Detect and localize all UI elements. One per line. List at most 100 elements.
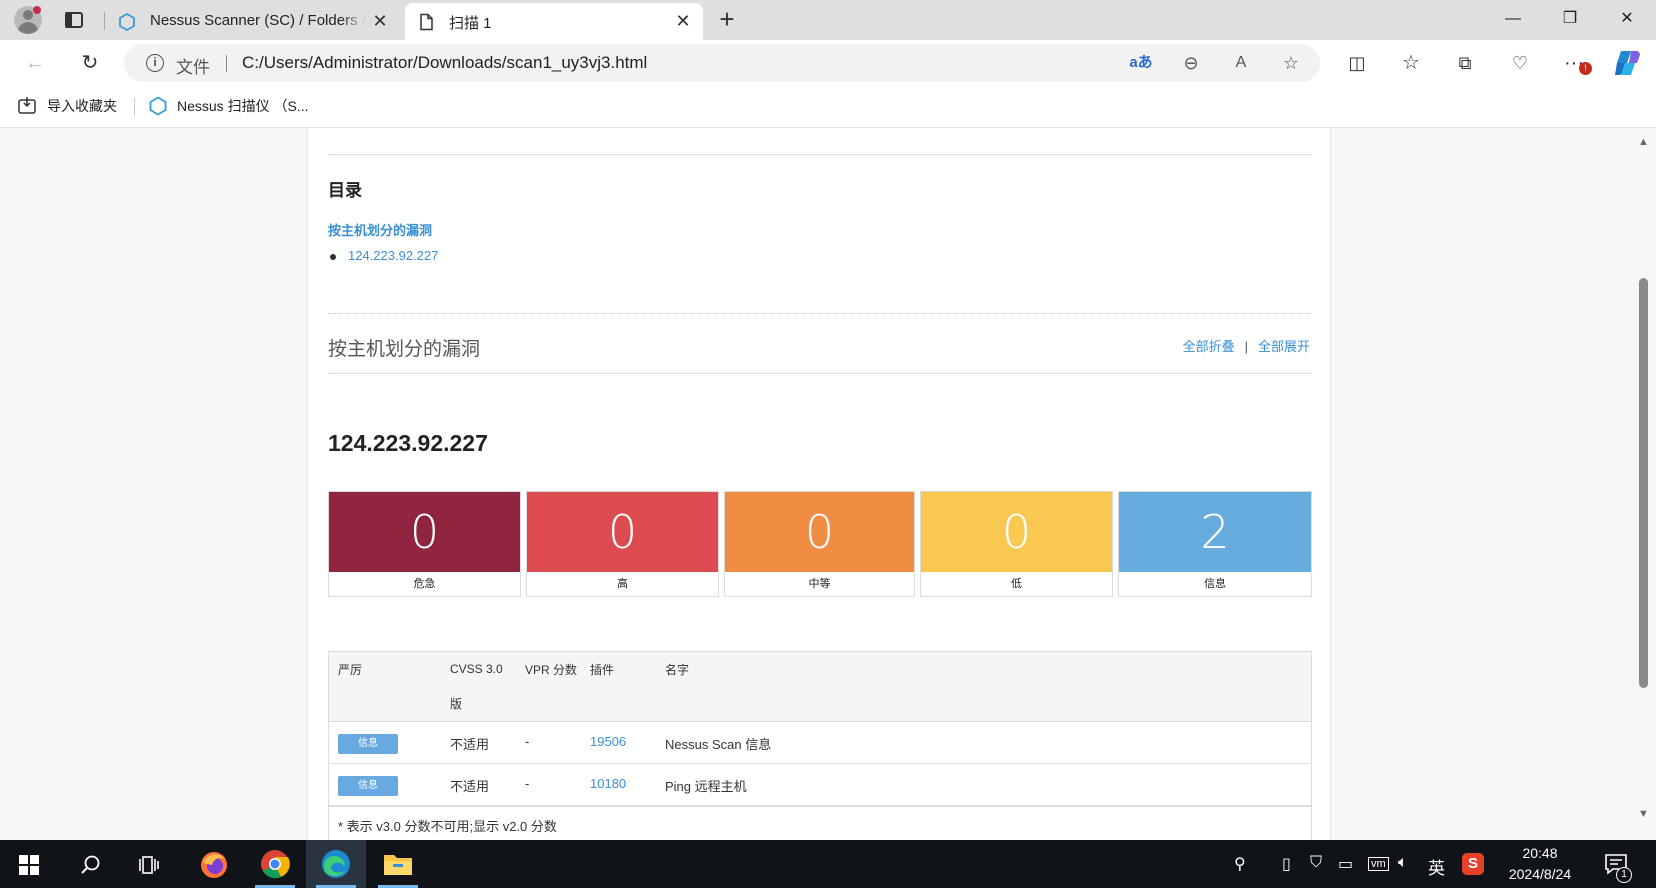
clock-time: 20:48 [1522,845,1558,861]
scroll-thumb[interactable] [1639,278,1648,688]
severity-low-box: 0 低 [920,491,1113,597]
windows-taskbar: ⚲ ▯ ⛉ ▭ vm 🔈︎ 英 S 20:48 2024/8/24 1 [0,840,1656,888]
import-favorites-icon [18,97,36,114]
read-aloud-icon[interactable]: A [1228,50,1254,76]
severity-info-box: 2 信息 [1118,491,1312,597]
tab-title: 扫描 1 [449,15,492,32]
tab-actions-icon[interactable] [62,9,86,31]
zoom-out-icon[interactable]: ⊖ [1178,50,1204,76]
taskbar-chrome[interactable] [245,840,305,888]
vuln-name-cell: Ping 远程主机 [665,779,747,794]
header-plugin: 插件 [590,663,615,677]
bookmark-nessus-scanner[interactable]: Nessus 扫描仪 （S... [177,96,308,116]
severity-badge: 信息 [338,734,398,754]
collections-icon[interactable]: ⧉ [1450,48,1480,78]
site-info-icon[interactable]: i [146,54,164,72]
severity-badge: 信息 [338,776,398,796]
bookmark-import-favorites[interactable]: 导入收藏夹 [47,96,117,116]
usb-device-icon[interactable]: ▯ [1282,854,1291,874]
severity-label: 低 [1011,578,1022,590]
divider [328,373,1312,374]
scroll-up-arrow-icon[interactable]: ▲ [1638,136,1649,148]
divider [328,154,1312,155]
link-separator: | [1244,339,1248,354]
browser-tab-bar: Nessus Scanner (SC) / Folders / V ✕ 扫描 1… [0,0,1656,40]
severity-label: 高 [617,578,628,590]
plugin-link[interactable]: 19506 [590,734,626,749]
favorites-bar: 导入收藏夹 Nessus 扫描仪 （S... [0,86,1656,128]
taskbar-file-explorer[interactable] [368,840,428,888]
tab-scan-1[interactable]: 扫描 1 ✕ [405,3,703,40]
restore-icon[interactable]: ❐ [1541,0,1599,38]
divider [328,313,1312,314]
ime-language-indicator[interactable]: 英 [1428,854,1445,879]
windows-start-icon[interactable] [19,855,39,875]
plugin-link[interactable]: 10180 [590,776,626,791]
page-viewport: 目录 按主机划分的漏洞 124.223.92.227 按主机划分的漏洞 全部折叠… [0,128,1656,840]
section-title: 按主机划分的漏洞 [328,339,481,360]
edge-icon [322,850,350,878]
minimize-icon[interactable]: — [1484,0,1542,38]
vmware-tools-icon[interactable]: vm [1368,857,1389,871]
task-view-icon[interactable] [138,854,160,876]
vpr-cell: - [525,734,530,749]
tab-nessus-scanner[interactable]: Nessus Scanner (SC) / Folders / V ✕ [106,3,400,40]
table-header: 严厉 CVSS 3.0 版 VPR 分数 插件 名字 [329,652,1311,722]
severity-medium-box: 0 中等 [724,491,915,597]
copilot-icon[interactable] [1612,48,1644,78]
system-clock[interactable]: 20:48 2024/8/24 [1500,843,1580,885]
severity-count: 0 [725,492,914,572]
volume-icon[interactable]: 🔈︎ [1398,854,1408,872]
document-icon [420,13,433,31]
tab-title: Nessus Scanner (SC) / Folders / V [150,12,366,29]
taskbar-firefox[interactable] [184,840,244,888]
table-row[interactable]: 信息 不适用 - 10180 Ping 远程主机 [329,764,1311,806]
address-bar[interactable]: i 文件 C:/Users/Administrator/Downloads/sc… [124,44,1320,82]
translate-icon[interactable]: aあ [1128,50,1154,76]
split-screen-icon[interactable]: ◫ [1342,48,1372,78]
people-icon[interactable]: ⚲ [1234,854,1246,874]
vertical-scrollbar[interactable]: ▲ ▼ [1632,128,1656,840]
scroll-down-arrow-icon[interactable]: ▼ [1638,808,1649,820]
close-tab-icon[interactable]: ✕ [370,11,390,31]
favorite-star-icon[interactable]: ☆ [1278,50,1304,76]
toc-link-vulns-by-host[interactable]: 按主机划分的漏洞 [328,220,432,239]
vulnerability-table: 严厉 CVSS 3.0 版 VPR 分数 插件 名字 信息 不适用 - 19506… [328,651,1312,807]
severity-label: 中等 [808,578,831,590]
favorites-icon[interactable]: ☆ [1396,48,1426,78]
bookmark-separator [134,98,135,116]
sogou-ime-icon[interactable]: S [1462,853,1484,875]
new-tab-icon[interactable]: + [712,4,742,34]
header-severity: 严厉 [338,663,363,677]
clock-date: 2024/8/24 [1508,866,1572,882]
security-shield-icon[interactable]: ⛉ [1310,854,1322,872]
url-text[interactable]: C:/Users/Administrator/Downloads/scan1_u… [242,53,647,73]
collapse-expand-links: 全部折叠 | 全部展开 [1183,336,1310,355]
toc-link-host[interactable]: 124.223.92.227 [348,248,438,263]
collapse-all-link[interactable]: 全部折叠 [1183,339,1235,354]
close-window-icon[interactable]: ✕ [1598,0,1656,38]
close-tab-icon[interactable]: ✕ [673,11,693,31]
severity-label: 信息 [1204,578,1226,590]
severity-critical-box: 0 危急 [328,491,521,597]
severity-cell: 信息 [338,776,398,796]
file-scheme-label: 文件 [176,58,210,77]
expand-all-link[interactable]: 全部展开 [1258,339,1310,354]
cvss-cell: 不适用 [450,737,490,752]
nessus-hexagon-icon [149,96,167,116]
back-arrow-icon[interactable]: ← [20,48,50,78]
severity-cell: 信息 [338,734,398,754]
search-icon[interactable] [80,854,102,876]
network-icon[interactable]: ▭ [1338,854,1353,874]
toc-title: 目录 [328,181,362,200]
severity-count: 2 [1119,492,1311,572]
refresh-icon[interactable]: ↻ [75,48,105,78]
header-cvss: CVSS 3.0 版 [450,662,503,711]
table-row[interactable]: 信息 不适用 - 19506 Nessus Scan 信息 [329,722,1311,764]
vuln-name-cell: Nessus Scan 信息 [665,737,772,752]
nessus-hexagon-icon [119,13,135,31]
browser-essentials-icon[interactable]: ♡ [1505,48,1535,78]
report-page: 目录 按主机划分的漏洞 124.223.92.227 按主机划分的漏洞 全部折叠… [307,128,1331,840]
cvss-cell: 不适用 [450,779,490,794]
taskbar-edge[interactable] [306,840,366,888]
